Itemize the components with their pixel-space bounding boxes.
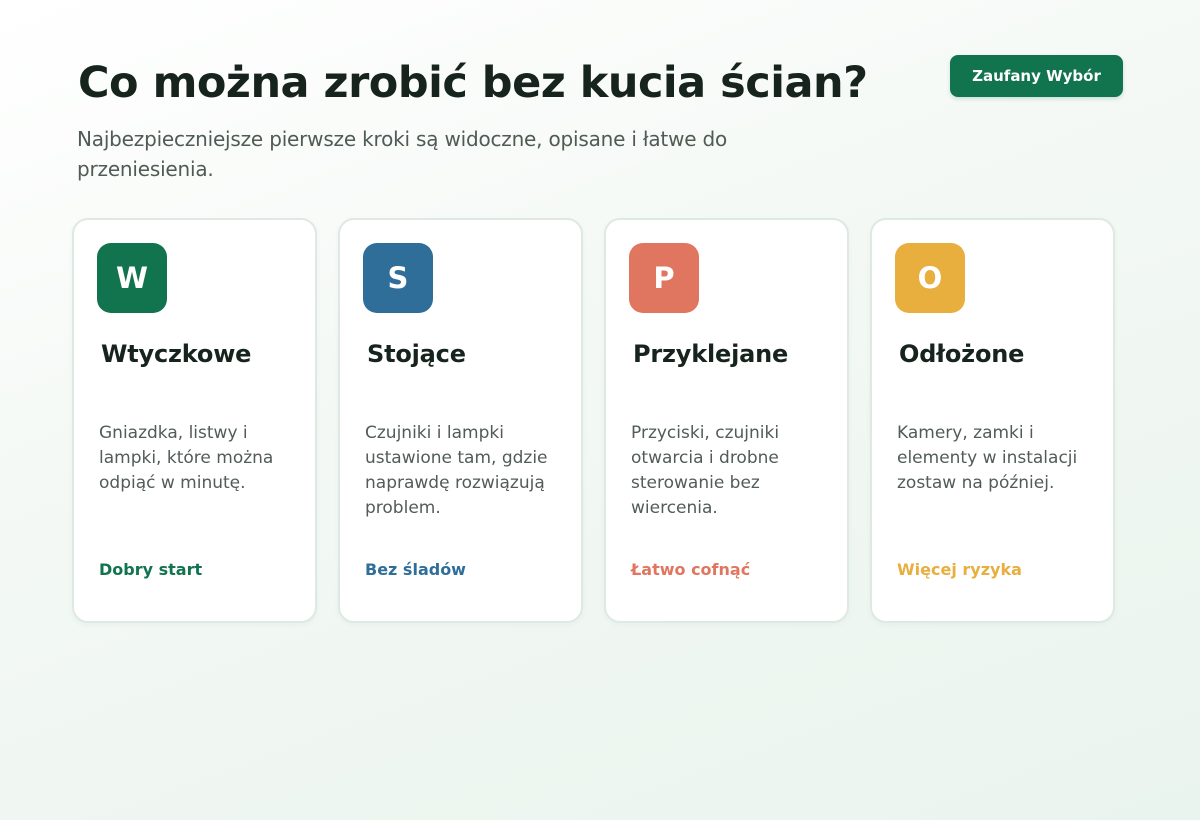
card-standing[interactable]: S Stojące Czujniki i lampki ustawione ta… [338, 218, 583, 623]
page-subtitle: Najbezpieczniejsze pierwsze kroki są wid… [77, 127, 728, 181]
card-grid: W Wtyczkowe Gniazdka, listwy i lampki, k… [72, 218, 1122, 623]
card-description: Czujniki i lampki ustawione tam, gdzie n… [365, 423, 548, 518]
card-tag: Więcej ryzyka [897, 560, 1022, 579]
card-postponed[interactable]: O Odłożone Kamery, zamki i elementy w in… [870, 218, 1115, 623]
letter-s-icon: S [363, 243, 433, 313]
letter-w-icon: W [97, 243, 167, 313]
page: Co można zrobić bez kucia ścian? Najbezp… [0, 0, 1200, 820]
trusted-choice-button[interactable]: Zaufany Wybór [950, 55, 1123, 97]
page-title: Co można zrobić bez kucia ścian? [78, 58, 868, 108]
card-tag: Bez śladów [365, 560, 466, 579]
card-tag: Dobry start [99, 560, 203, 579]
letter-o-icon: O [895, 243, 965, 313]
card-description: Przyciski, czujniki otwarcia i drobne st… [631, 423, 780, 518]
card-plug-in[interactable]: W Wtyczkowe Gniazdka, listwy i lampki, k… [72, 218, 317, 623]
card-title: Przyklejane [633, 340, 789, 368]
card-tag: Łatwo cofnąć [631, 560, 751, 579]
card-title: Wtyczkowe [101, 340, 252, 368]
card-title: Odłożone [899, 340, 1025, 368]
card-adhesive[interactable]: P Przyklejane Przyciski, czujniki otwarc… [604, 218, 849, 623]
card-description: Kamery, zamki i elementy w instalacji zo… [897, 423, 1078, 493]
card-title: Stojące [367, 340, 466, 368]
card-description: Gniazdka, listwy i lampki, które można o… [99, 423, 274, 493]
letter-p-icon: P [629, 243, 699, 313]
